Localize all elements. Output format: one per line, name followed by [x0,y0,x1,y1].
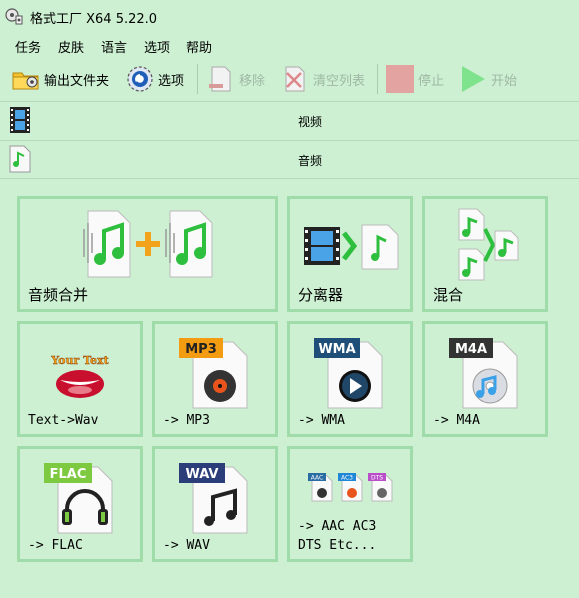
splitter-icon [304,224,399,270]
m4a-file-icon: M4A [449,338,518,409]
stop-button[interactable]: 停止 [385,60,444,98]
output-folder-label: 输出文件夹 [44,73,110,89]
start-label: 开始 [491,73,518,89]
tile-to-wav[interactable]: WAV -> WAV [152,446,278,562]
menu-options[interactable]: 选项 [144,37,170,56]
category-audio-label: 音频 [297,154,322,168]
menu-bar: 任务 皮肤 语言 选项 帮助 [0,34,579,56]
toolbar-separator [197,64,198,94]
tile-to-aac-etc-label: -> AAC AC3 DTS Etc... [298,519,377,553]
menu-language[interactable]: 语言 [101,37,127,56]
play-icon [462,66,485,92]
clear-list-button[interactable]: 清空列表 [280,60,365,98]
mp3-badge: MP3 [185,342,217,357]
tile-to-aac-etc[interactable]: AAC AC3 DTS -> AAC AC3 DTS Etc... [287,446,413,562]
remove-label: 移除 [239,73,266,89]
output-folder-button[interactable]: 输出文件夹 [11,60,109,98]
wma-badge: WMA [318,342,355,357]
flac-badge: FLAC [50,467,87,482]
stop-label: 停止 [418,73,445,89]
tile-text-to-wav-label: Text->Wav [28,413,99,428]
tile-text-to-wav[interactable]: Your Text Text->Wav [17,321,143,437]
m4a-badge: M4A [455,342,487,357]
tile-splitter-label: 分离器 [298,286,344,304]
wav-file-icon: WAV [179,463,248,534]
tile-to-mp3-label: -> MP3 [163,413,210,428]
tile-to-mp3[interactable]: MP3 -> MP3 [152,321,278,437]
tile-mix-label: 混合 [433,286,464,304]
multi-format-icon: AAC AC3 DTS [308,473,393,502]
clear-list-label: 清空列表 [313,73,366,89]
options-button[interactable]: 选项 [125,60,184,98]
category-video[interactable]: 视频 [0,101,579,139]
stop-icon [386,65,414,93]
audio-merge-icon [83,210,213,278]
category-video-label: 视频 [297,115,322,129]
wav-badge: WAV [186,467,219,482]
options-label: 选项 [158,73,185,89]
remove-button[interactable]: 移除 [206,60,265,98]
menu-help[interactable]: 帮助 [186,37,212,56]
format-factory-icon [5,8,23,25]
aac-badge: AAC [311,475,323,482]
folder-icon [12,72,39,90]
tile-to-wma[interactable]: WMA -> WMA [287,321,413,437]
tile-to-flac-label: -> FLAC [28,538,83,553]
clear-list-icon [285,66,305,92]
tile-to-wav-label: -> WAV [163,538,210,553]
talking-mouth-icon: Your Text [50,354,110,398]
tile-to-wma-label: -> WMA [298,413,345,428]
tile-to-flac[interactable]: FLAC -> FLAC [17,446,143,562]
ac3-badge: AC3 [341,475,353,482]
menu-skin[interactable]: 皮肤 [58,37,84,56]
menu-task[interactable]: 任务 [15,37,41,56]
flac-file-icon: FLAC [44,463,113,534]
tile-mix[interactable]: 混合 [422,196,548,312]
mix-icon [458,208,519,281]
remove-document-icon [209,66,231,92]
audio-function-grid: 音频合并 分离器 混合 Your Text Text->Wav MP3 -> M… [0,178,579,598]
mp3-file-icon: MP3 [179,338,248,409]
window-title: 格式工厂 X64 5.22.0 [30,12,158,27]
category-audio[interactable]: 音频 [0,140,579,178]
your-text-label: Your Text [50,354,109,367]
toolbar: 输出文件夹 选项 移除 清空列表 停止 开始 [0,60,579,98]
tile-audio-merge[interactable]: 音频合并 [17,196,278,312]
wma-file-icon: WMA [314,338,383,409]
tile-audio-merge-label: 音频合并 [28,286,89,304]
tile-to-m4a[interactable]: M4A -> M4A [422,321,548,437]
start-button[interactable]: 开始 [458,60,517,98]
tile-to-m4a-label: -> M4A [433,413,480,428]
dts-badge: DTS [371,475,383,482]
title-bar: 格式工厂 X64 5.22.0 [0,0,579,32]
toolbar-separator [377,64,378,94]
options-gear-icon [127,66,153,92]
tile-splitter[interactable]: 分离器 [287,196,413,312]
